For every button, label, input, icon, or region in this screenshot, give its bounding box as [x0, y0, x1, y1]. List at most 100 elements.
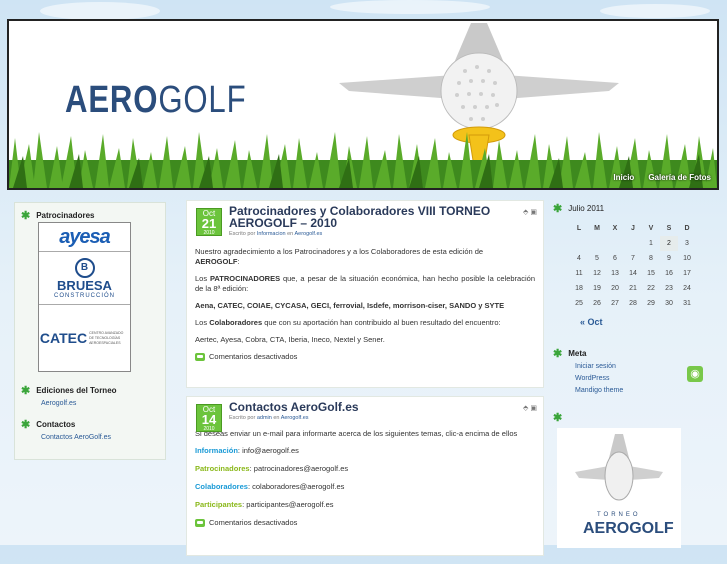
catec-logo-text: CATEC [39, 330, 88, 346]
email-icon[interactable]: ▣ [530, 209, 537, 216]
weekday: S [666, 225, 672, 232]
star-icon: ✱ [553, 412, 563, 424]
calendar-day: 7 [631, 255, 635, 262]
calendar-day: 18 [575, 285, 583, 292]
calendar-day: 28 [629, 300, 637, 307]
post-date: Oct 14 2010 [196, 404, 222, 432]
contacts-link[interactable]: Contactos AeroGolf.es [41, 434, 165, 441]
contact-label: Participantes [195, 500, 243, 509]
contact-label: Información [195, 446, 238, 455]
site-logo[interactable]: AEROGOLF [65, 79, 246, 122]
widget-title-sponsors: ✱ Patrocinadores [21, 210, 165, 221]
contact-row: Patrocinadores: patrocinadores@aerogolf.… [195, 464, 349, 473]
post-date: Oct 21 2010 [196, 208, 222, 236]
widget-title-editions: ✱ Ediciones del Torneo [21, 385, 165, 396]
nav-galeria[interactable]: Galería de Fotos [648, 173, 711, 182]
widget-title-contacts: ✱ Contactos [21, 418, 165, 431]
contact-row: Colaboradores: colaboradores@aerogolf.es [195, 482, 345, 491]
calendar-day: 11 [575, 270, 583, 277]
calendar-day: 13 [611, 270, 619, 277]
main-nav: Inicio Galería de Fotos [613, 173, 711, 182]
cloud [40, 2, 160, 20]
calendar-week: 4 5 6 7 8 9 10 [570, 251, 696, 266]
post-meta: Escrito por admin en Aerogolf.es [229, 415, 535, 421]
bruesa-logo-icon: B [74, 257, 95, 278]
calendar-day: 9 [667, 255, 671, 262]
calendar-day: 16 [665, 270, 673, 277]
rss-icon[interactable]: ◉ [687, 366, 703, 382]
calendar-day [606, 236, 624, 251]
calendar-week: 1 2 3 [570, 236, 696, 251]
post-title[interactable]: Contactos AeroGolf.es [229, 401, 535, 413]
post-date-year: 2010 [203, 426, 215, 432]
promo-text-torneo: TORNEO [597, 512, 641, 518]
calendar-day: 8 [649, 255, 653, 262]
sponsor-ayesa[interactable]: ayesa [39, 223, 130, 252]
calendar-day: 5 [595, 255, 599, 262]
nav-inicio[interactable]: Inicio [613, 173, 634, 182]
post-text: Los [195, 274, 210, 283]
weekday: V [648, 225, 654, 232]
print-icon[interactable]: ⬘ [523, 209, 528, 216]
calendar-week: 11 12 13 14 15 16 17 [570, 266, 696, 281]
calendar-day: 23 [665, 285, 673, 292]
meta-prefix: Escrito por [229, 415, 256, 421]
calendar-day [570, 236, 588, 251]
contact-row: Participantes: participantes@aerogolf.es [195, 500, 334, 509]
calendar-day: 12 [593, 270, 601, 277]
calendar-weekdays: L M X J V S D [570, 221, 696, 236]
calendar-day: 24 [683, 285, 691, 292]
calendar-day-today: 2 [660, 236, 678, 251]
calendar-day [588, 236, 606, 251]
sponsor-catec[interactable]: CATEC CENTRO AVANZADO DE TECNOLOGÍAS AER… [39, 305, 130, 371]
post-body: Nuestro agradecimiento a los Patrocinado… [195, 247, 535, 345]
calendar-day: 10 [683, 255, 691, 262]
calendar-day: 25 [575, 300, 583, 307]
calendar-day [624, 236, 642, 251]
post-comments: Comentarios desactivados [195, 518, 535, 527]
calendar-day: 31 [683, 300, 691, 307]
post-paragraph: Nuestro agradecimiento a los Patrocinado… [195, 247, 535, 267]
widget-title-meta: ✱ Meta [553, 348, 719, 359]
star-icon: ✱ [21, 418, 31, 431]
post-title[interactable]: Patrocinadores y Colaboradores VIII TORN… [229, 205, 535, 229]
contact-email[interactable]: participantes@aerogolf.es [246, 500, 333, 509]
contact-email[interactable]: colaboradores@aerogolf.es [252, 482, 344, 491]
post-date-day: 21 [201, 216, 217, 231]
collaborator-list: Aertec, Ayesa, Cobra, CTA, Iberia, Ineco… [195, 335, 385, 344]
calendar-prev-month-link[interactable]: « Oct [580, 317, 719, 327]
sponsor-logos: ayesa B BRUESA CONSTRUCCIÓN CATEC CENTRO… [38, 222, 131, 372]
logo-aero: AERO [65, 79, 159, 121]
post-category-link[interactable]: Aerogolf.es [281, 415, 309, 421]
promo-text-aerogolf: AEROGOLF [583, 520, 674, 537]
calendar-day: 30 [665, 300, 673, 307]
post-category-link[interactable]: Aerogolf.es [294, 231, 322, 237]
post-comments: Comentarios desactivados [195, 352, 535, 361]
weekday: L [576, 225, 582, 232]
post-author-link[interactable]: admin [257, 415, 272, 421]
contact-label: Patrocinadores [195, 464, 250, 473]
contact-email[interactable]: info@aerogolf.es [242, 446, 299, 455]
post-paragraph: Los Colaboradores que con su aportación … [195, 318, 535, 328]
sponsor-bruesa[interactable]: B BRUESA CONSTRUCCIÓN [39, 252, 130, 305]
editions-link[interactable]: Aerogolf.es [41, 400, 165, 407]
post-text: Si deseas enviar un e-mail para informar… [195, 429, 518, 438]
post-paragraph: Aena, CATEC, COIAE, CYCASA, GECI, ferrov… [195, 301, 535, 311]
meta-title: Meta [568, 349, 587, 358]
post: Oct 14 2010 ⬘ ▣ Contactos AeroGolf.es Es… [186, 396, 544, 556]
site-header: AEROGOLF Inicio Galería de Fotos [7, 19, 719, 190]
calendar-day: 22 [647, 285, 655, 292]
calendar-day: 21 [629, 285, 637, 292]
contact-email[interactable]: patrocinadores@aerogolf.es [254, 464, 348, 473]
post-author-link[interactable]: Informacion [257, 231, 286, 237]
post: Oct 21 2010 ⬘ ▣ Patrocinadores y Colabor… [186, 200, 544, 388]
main-content: Oct 21 2010 ⬘ ▣ Patrocinadores y Colabor… [186, 200, 544, 564]
calendar-week: 18 19 20 21 22 23 24 [570, 281, 696, 296]
aerogolf-promo-image[interactable]: TORNEO AEROGOLF [557, 428, 681, 548]
promo-plane-icon [575, 434, 663, 501]
print-icon[interactable]: ⬘ [523, 405, 528, 412]
email-icon[interactable]: ▣ [530, 405, 537, 412]
post-text: Los [195, 318, 210, 327]
meta-prefix: Escrito por [229, 231, 256, 237]
meta-link-mandigo[interactable]: Mandigo theme [575, 387, 719, 394]
